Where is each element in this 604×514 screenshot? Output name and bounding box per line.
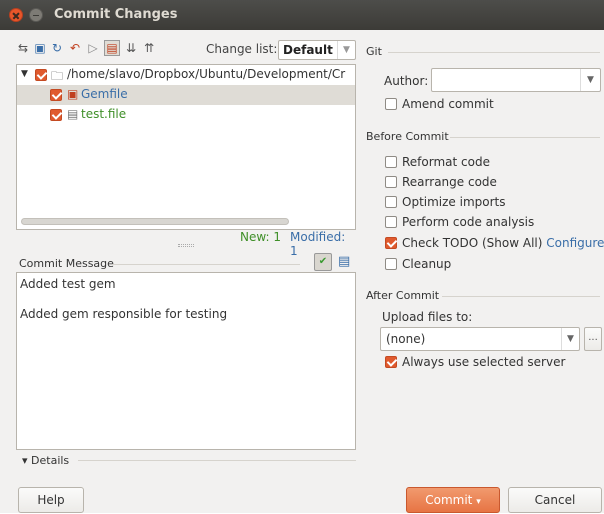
chevron-down-icon: ▼ (337, 41, 355, 59)
checkbox-label: Perform code analysis (402, 215, 535, 229)
divider (78, 460, 356, 461)
divider (388, 52, 600, 53)
change-list-value: Default (283, 43, 333, 57)
message-history-icon[interactable]: ▤ (338, 254, 350, 269)
file-icon: ▣ (67, 87, 79, 101)
author-input[interactable]: ▼ (431, 68, 601, 92)
details-toggle[interactable]: ▾ Details (22, 454, 69, 467)
refresh-icon[interactable]: ↻ (50, 41, 64, 55)
new-count: New: 1 (240, 230, 282, 244)
divider (442, 296, 600, 297)
root-path: /home/slavo/Dropbox/Ubuntu/Development/C… (67, 67, 346, 81)
change-list-label: Change list: (206, 42, 278, 56)
tree-file-row[interactable]: ▣ Gemfile (17, 85, 355, 105)
checkbox-box[interactable] (385, 156, 397, 168)
jump-to-source-icon[interactable]: ▷ (86, 41, 100, 55)
move-to-changelist-icon[interactable]: ▣ (33, 41, 47, 55)
configure-link[interactable]: Configure (546, 236, 604, 250)
chevron-down-icon[interactable]: ▼ (580, 69, 600, 91)
close-window-button[interactable] (9, 8, 23, 22)
checkbox-label: Always use selected server (402, 355, 566, 369)
checkbox-box[interactable] (385, 98, 397, 110)
commit-dialog: Commit Changes ⇆ ▣ ↻ ↶ ▷ ▤ ⇊ ⇈ Change li… (0, 0, 604, 513)
checkbox-label: Rearrange code (402, 175, 497, 189)
checkbox-box[interactable] (385, 176, 397, 188)
commit-message-textarea[interactable]: Added test gem Added gem responsible for… (16, 272, 356, 450)
commit-message-label: Commit Message (19, 257, 114, 270)
chevron-down-icon: ▼ (561, 328, 579, 350)
checkbox-label: Amend commit (402, 97, 494, 111)
checkbox-box[interactable] (385, 216, 397, 228)
after-commit-section-label: After Commit (366, 289, 440, 302)
upload-label: Upload files to: (382, 310, 473, 324)
divider (112, 264, 300, 265)
collapse-all-icon[interactable]: ⇈ (142, 41, 156, 55)
root-checkbox[interactable] (35, 69, 47, 81)
details-label: Details (31, 454, 70, 467)
tree-root-row[interactable]: ▼ 🗀 /home/slavo/Dropbox/Ubuntu/Developme… (17, 65, 355, 85)
file-checkbox[interactable] (50, 109, 62, 121)
expand-all-icon[interactable]: ⇊ (124, 41, 138, 55)
window-title: Commit Changes (54, 7, 178, 22)
upload-value: (none) (386, 332, 426, 346)
browse-servers-button[interactable]: ... (584, 327, 602, 351)
upload-server-select[interactable]: (none) ▼ (380, 327, 580, 351)
commit-button[interactable]: Commit ▾ (406, 487, 500, 513)
group-by-directory-icon[interactable]: ▤ (104, 40, 120, 56)
file-name: Gemfile (81, 87, 128, 101)
changed-files-tree: ▼ 🗀 /home/slavo/Dropbox/Ubuntu/Developme… (16, 64, 356, 230)
divider (450, 137, 600, 138)
revert-icon[interactable]: ↶ (68, 41, 82, 55)
checkbox-label-group: Check TODO (Show All) Configure (402, 236, 604, 250)
before-commit-section-label: Before Commit (366, 130, 449, 143)
commit-button-label: Commit (425, 493, 473, 507)
checkbox-box[interactable] (385, 356, 397, 368)
show-diff-icon[interactable]: ⇆ (16, 41, 30, 55)
cancel-button[interactable]: Cancel (508, 487, 602, 513)
checkbox-label: Reformat code (402, 155, 490, 169)
file-checkbox[interactable] (50, 89, 62, 101)
checkbox-label: Check TODO (Show All) (402, 236, 543, 250)
expand-arrow-icon[interactable]: ▼ (21, 69, 28, 79)
git-section-label: Git (366, 45, 382, 58)
change-stats: New: 1 Modified: 1 (240, 230, 356, 258)
message-line: Added test gem (20, 277, 116, 291)
file-name: test.file (81, 107, 127, 121)
title-bar: Commit Changes (0, 0, 604, 30)
help-button[interactable]: Help (18, 487, 84, 513)
checkbox-box[interactable] (385, 196, 397, 208)
checkbox-box[interactable] (385, 237, 397, 249)
text-file-icon: ▤ (67, 107, 79, 121)
message-line (20, 292, 352, 307)
minimize-window-button[interactable] (29, 8, 43, 22)
checkbox-label: Cleanup (402, 257, 452, 271)
change-list-select[interactable]: Default ▼ (278, 40, 356, 60)
spellcheck-icon[interactable]: ✔ (314, 253, 332, 271)
horizontal-scrollbar[interactable] (21, 218, 289, 225)
chevron-down-icon[interactable]: ▾ (476, 497, 481, 507)
author-label: Author: (384, 74, 429, 88)
splitter-grip[interactable] (178, 244, 194, 247)
tree-file-row[interactable]: ▤ test.file (17, 105, 355, 125)
checkbox-box[interactable] (385, 258, 397, 270)
message-line: Added gem responsible for testing (20, 307, 228, 321)
checkbox-label: Optimize imports (402, 195, 506, 209)
changes-toolbar: ⇆ ▣ ↻ ↶ ▷ ▤ ⇊ ⇈ Change list: Default ▼ (16, 38, 360, 60)
